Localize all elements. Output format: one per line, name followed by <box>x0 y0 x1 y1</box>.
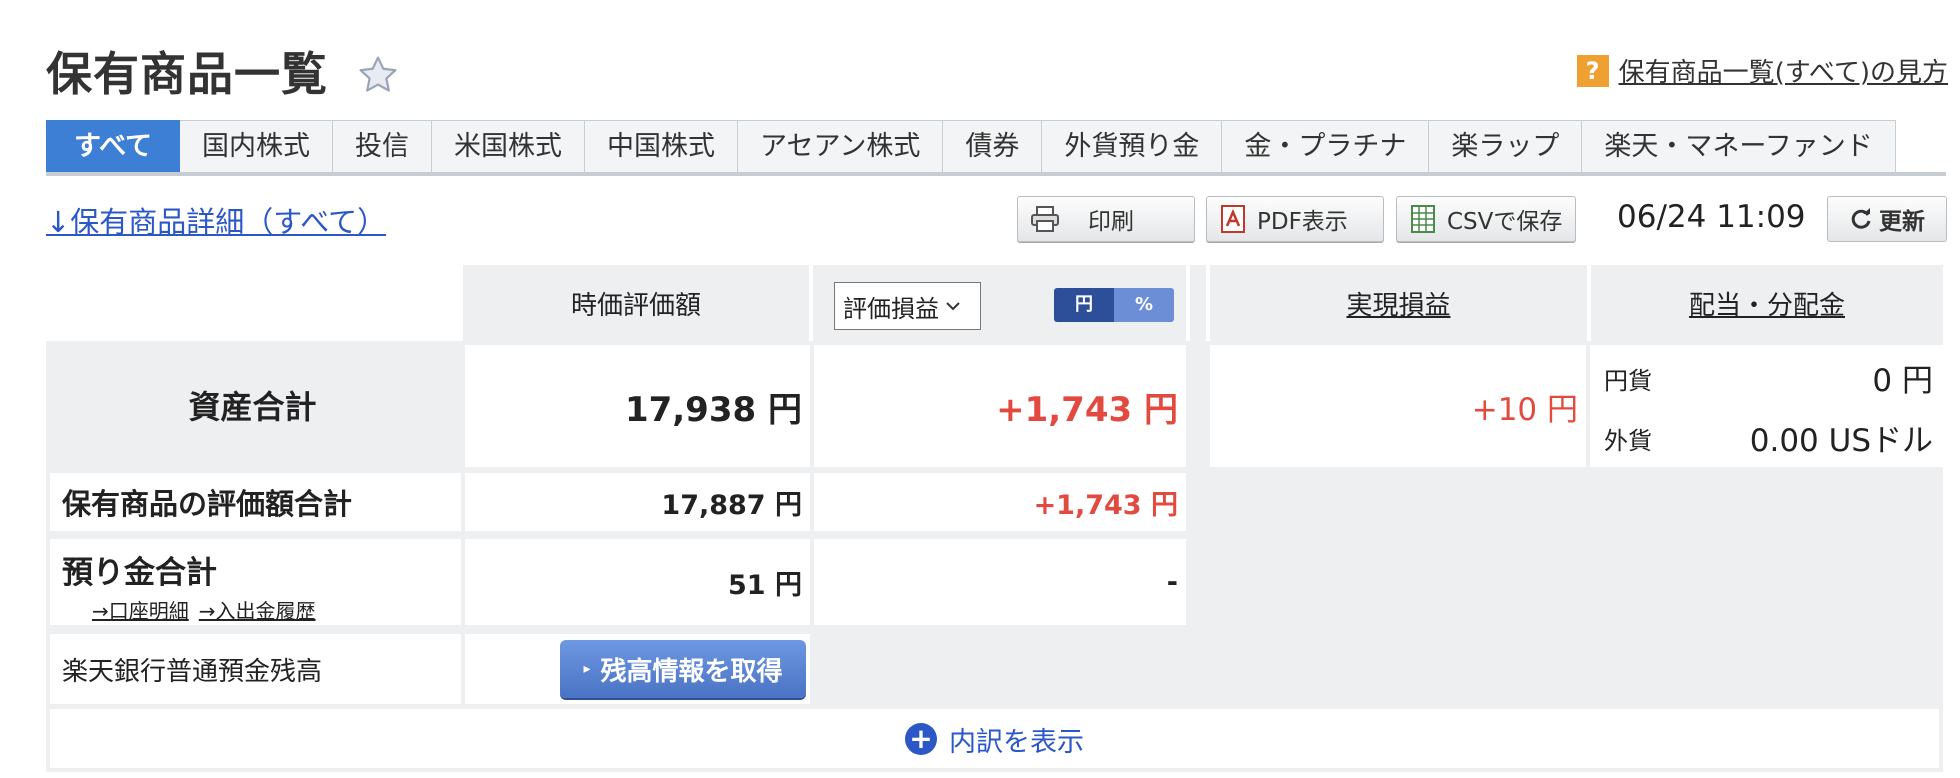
help-link[interactable]: 保有商品一覧(すべて)の見方 <box>1619 52 1948 89</box>
holdings-total-label: 保有商品の評価額合計 <box>50 473 461 531</box>
tab-foreign-deposits[interactable]: 外貨預り金 <box>1042 120 1223 172</box>
col-header-dividend[interactable]: 配当・分配金 <box>1591 265 1943 341</box>
spreadsheet-icon <box>1411 205 1435 233</box>
dividend-fx-label: 外貨 <box>1604 427 1652 455</box>
page-title: 保有商品一覧 <box>46 47 328 101</box>
chevron-down-icon <box>946 302 960 311</box>
product-tabs: すべて 国内株式 投信 米国株式 中国株式 アセアン株式 債券 外貨預り金 金・… <box>46 120 1946 176</box>
tab-domestic-stocks[interactable]: 国内株式 <box>180 120 334 172</box>
tab-us-stocks[interactable]: 米国株式 <box>432 120 586 172</box>
refresh-button[interactable]: 更新 <box>1827 196 1947 242</box>
pdf-button[interactable]: PDF表示 <box>1206 196 1384 242</box>
deposits-total-gain: - <box>814 539 1186 625</box>
col-header-realized[interactable]: 実現損益 <box>1210 265 1587 341</box>
tab-bonds[interactable]: 債券 <box>943 120 1043 172</box>
unit-yen-toggle[interactable]: 円 <box>1054 288 1114 322</box>
account-detail-link[interactable]: →口座明細 <box>92 595 189 624</box>
holdings-total-value: 17,887 円 <box>465 473 810 531</box>
tab-all[interactable]: すべて <box>46 120 181 172</box>
print-label: 印刷 <box>1088 209 1134 235</box>
total-assets-gain: +1,743 円 <box>814 345 1186 467</box>
refresh-icon <box>1851 208 1871 229</box>
plus-circle-icon: + <box>905 723 937 755</box>
gain-type-select-value: 評価損益 <box>843 294 939 323</box>
dividend-jpy-value: 0 円 <box>1872 363 1933 399</box>
refresh-label: 更新 <box>1879 209 1925 235</box>
csv-save-button[interactable]: CSVで保存 <box>1396 196 1576 242</box>
realized-gain-value: +10 円 <box>1210 345 1586 467</box>
total-assets-value: 17,938 円 <box>465 345 810 467</box>
help-area: ? 保有商品一覧(すべて)の見方 <box>1576 52 1948 89</box>
last-updated-time: 06/24 11:09 <box>1617 199 1806 235</box>
deposit-links: →口座明細 →入出金履歴 <box>92 595 316 624</box>
show-breakdown-label: 内訳を表示 <box>949 726 1084 758</box>
tab-gold-platinum[interactable]: 金・プラチナ <box>1222 120 1430 172</box>
caret-right-icon: ▸ <box>583 661 591 677</box>
print-button[interactable]: 印刷 <box>1017 196 1195 242</box>
tab-china-stocks[interactable]: 中国株式 <box>585 120 739 172</box>
dividend-jpy-label: 円貨 <box>1604 367 1652 395</box>
favorite-star-icon[interactable] <box>356 53 400 97</box>
tab-asean-stocks[interactable]: アセアン株式 <box>738 120 944 172</box>
dividend-cell: 円貨 0 円 外貨 0.00 USドル <box>1590 345 1943 467</box>
tab-funds[interactable]: 投信 <box>333 120 433 172</box>
deposit-history-link[interactable]: →入出金履歴 <box>199 595 316 624</box>
holdings-total-gain: +1,743 円 <box>814 473 1186 531</box>
deposits-total-value: 51 円 <box>465 539 810 625</box>
help-icon: ? <box>1576 54 1609 87</box>
pdf-icon <box>1221 205 1245 233</box>
csv-label: CSVで保存 <box>1447 209 1563 235</box>
total-assets-label: 資産合計 <box>188 388 317 426</box>
tab-rakuwrap[interactable]: 楽ラップ <box>1429 120 1583 172</box>
col-header-market-value: 時価評価額 <box>463 265 809 341</box>
dividend-fx-value: 0.00 USドル <box>1749 423 1933 459</box>
fetch-balance-label: 残高情報を取得 <box>600 656 783 687</box>
printer-icon <box>1031 206 1059 232</box>
deposits-total-label: 預り金合計 <box>62 555 217 591</box>
gain-type-select[interactable]: 評価損益 <box>834 282 981 330</box>
holdings-detail-link[interactable]: ↓保有商品詳細（すべて） <box>46 199 386 241</box>
pdf-label: PDF表示 <box>1257 209 1348 235</box>
bank-balance-label: 楽天銀行普通預金残高 <box>50 634 461 704</box>
show-breakdown-button[interactable]: + 内訳を表示 <box>46 710 1943 768</box>
tab-money-fund[interactable]: 楽天・マネーファンド <box>1582 120 1896 172</box>
deposits-label-cell: 預り金合計 →口座明細 →入出金履歴 <box>50 539 461 625</box>
fetch-balance-button[interactable]: ▸ 残高情報を取得 <box>560 640 806 698</box>
unit-percent-toggle[interactable]: % <box>1114 288 1174 322</box>
unit-toggle: 円 % <box>1054 288 1174 322</box>
